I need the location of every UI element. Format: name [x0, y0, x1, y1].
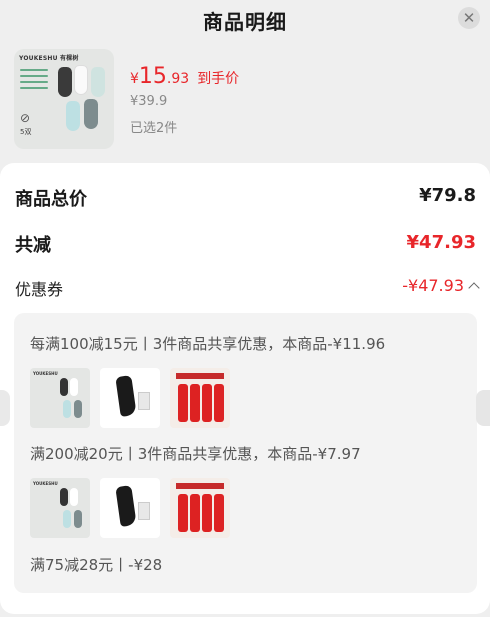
price-integer: 15: [138, 64, 167, 89]
total-label: 商品总价: [15, 189, 87, 210]
sock-image: [63, 400, 71, 418]
sock-image: [60, 378, 68, 396]
sock-image: [63, 510, 71, 528]
coupon-panel: 每满100减15元丨3件商品共享优惠，本商品-¥11.96 YOUKESHU 满…: [14, 313, 477, 593]
box-image: [138, 392, 150, 410]
sock-image: [74, 510, 82, 528]
product-thumb[interactable]: [170, 478, 230, 538]
coupon-rule: 每满100减15元丨3件商品共享优惠，本商品-¥11.96: [30, 335, 386, 353]
sock-image: [178, 384, 188, 422]
box-image: [138, 502, 150, 520]
sock-image: [74, 65, 88, 95]
detail-card: 商品总价 ¥79.8 共减 ¥47.93 优惠券 -¥47.93 每满100减1…: [0, 163, 490, 614]
scroll-edge-left: [0, 390, 10, 426]
original-price: ¥39.9: [130, 94, 168, 109]
sock-image: [58, 67, 72, 97]
sock-image: [84, 99, 98, 129]
sock-image: [70, 378, 78, 396]
price-currency: ¥: [130, 71, 139, 87]
sock-image: [214, 494, 224, 532]
coupon-products: YOUKESHU: [30, 478, 230, 538]
thumb-brand-mark: YOUKESHU: [33, 481, 58, 486]
sock-pair-icon: ⊘: [20, 111, 31, 125]
thumbnail-decor: [20, 75, 48, 77]
sock-image: [214, 384, 224, 422]
chevron-up-icon: [468, 281, 480, 294]
scroll-edge-right: [476, 390, 490, 426]
sock-image: [66, 101, 80, 131]
selected-count: 已选2件: [130, 121, 178, 136]
page-title: 商品明细: [203, 10, 287, 34]
sock-image: [115, 375, 137, 417]
price-decimal: .93: [166, 71, 190, 87]
banner-image: [176, 483, 224, 489]
coupon-rule: 满75减28元丨-¥28: [30, 556, 163, 574]
product-thumb[interactable]: [170, 368, 230, 428]
sock-image: [178, 494, 188, 532]
thumbnail-brand: YOUKESHU 有棵树: [19, 55, 79, 62]
product-thumb[interactable]: YOUKESHU: [30, 368, 90, 428]
sock-image: [202, 384, 212, 422]
sock-image: [190, 494, 200, 532]
price-block: ¥ 15 .93 到手价: [130, 64, 239, 89]
reduce-value: ¥47.93: [406, 232, 476, 253]
coupon-label: 优惠券: [15, 280, 64, 299]
product-thumb[interactable]: [100, 478, 160, 538]
thumbnail-decor: [20, 81, 48, 83]
thumbnail-decor: [20, 69, 48, 71]
sock-image: [91, 67, 105, 97]
banner-image: [176, 373, 224, 379]
total-value: ¥79.8: [419, 185, 476, 206]
sock-image: [115, 485, 137, 527]
product-thumbnail: YOUKESHU 有棵树 ⊘ 5双: [14, 49, 114, 149]
sock-image: [70, 488, 78, 506]
sock-image: [60, 488, 68, 506]
sock-image: [202, 494, 212, 532]
header: 商品明细 ✕: [0, 0, 490, 40]
coupon-value: -¥47.93: [402, 276, 464, 295]
product-thumb[interactable]: YOUKESHU: [30, 478, 90, 538]
thumbnail-count: 5双: [20, 128, 32, 136]
coupon-rule: 满200减20元丨3件商品共享优惠，本商品-¥7.97: [30, 445, 361, 463]
thumbnail-decor: [20, 87, 48, 89]
sock-image: [190, 384, 200, 422]
coupon-toggle[interactable]: -¥47.93: [402, 276, 480, 295]
close-icon[interactable]: ✕: [458, 7, 480, 29]
sock-image: [74, 400, 82, 418]
price-tag: 到手价: [197, 71, 240, 87]
coupon-products: YOUKESHU: [30, 368, 230, 428]
product-thumb[interactable]: [100, 368, 160, 428]
thumb-brand-mark: YOUKESHU: [33, 371, 58, 376]
reduce-label: 共减: [15, 235, 51, 256]
